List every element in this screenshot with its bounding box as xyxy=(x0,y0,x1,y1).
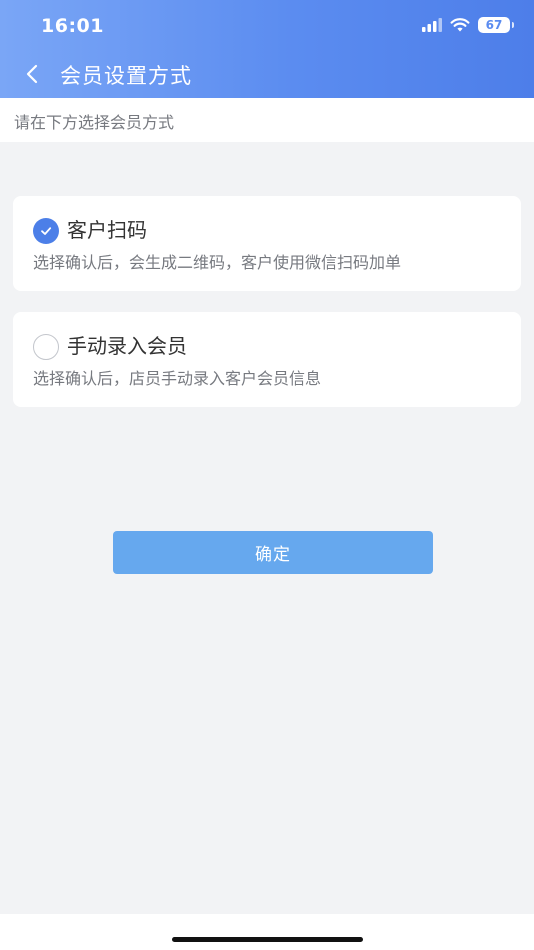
confirm-button[interactable]: 确定 xyxy=(113,531,433,574)
header: 16:01 67 会员设置方式 xyxy=(0,0,534,98)
signal-icon xyxy=(422,18,442,32)
battery-icon: 67 xyxy=(478,17,514,33)
option-title: 客户扫码 xyxy=(67,218,147,242)
chevron-left-icon xyxy=(26,64,38,84)
subtitle-text: 请在下方选择会员方式 xyxy=(14,113,175,132)
option-card-manual-entry[interactable]: 手动录入会员 选择确认后，店员手动录入客户会员信息 xyxy=(13,312,521,407)
battery-level: 67 xyxy=(485,18,503,32)
option-description: 选择确认后，店员手动录入客户会员信息 xyxy=(33,369,322,388)
back-button[interactable] xyxy=(14,58,50,90)
screen: 16:01 67 会员设置方式 请在下方选择会员方式 客户扫码 选择确认后，会生… xyxy=(0,0,534,950)
page-title: 会员设置方式 xyxy=(60,64,192,88)
option-description: 选择确认后，会生成二维码，客户使用微信扫码加单 xyxy=(33,253,402,272)
bottom-bar xyxy=(0,914,534,950)
option-title: 手动录入会员 xyxy=(67,334,187,358)
home-indicator[interactable] xyxy=(172,937,363,942)
wifi-icon xyxy=(450,18,470,32)
status-time: 16:01 xyxy=(41,15,104,37)
radio-checked[interactable] xyxy=(33,218,59,244)
check-icon xyxy=(41,227,52,235)
subtitle-bar: 请在下方选择会员方式 xyxy=(0,98,534,142)
status-icons: 67 xyxy=(422,17,514,33)
option-card-customer-scan[interactable]: 客户扫码 选择确认后，会生成二维码，客户使用微信扫码加单 xyxy=(13,196,521,291)
radio-unchecked[interactable] xyxy=(33,334,59,360)
